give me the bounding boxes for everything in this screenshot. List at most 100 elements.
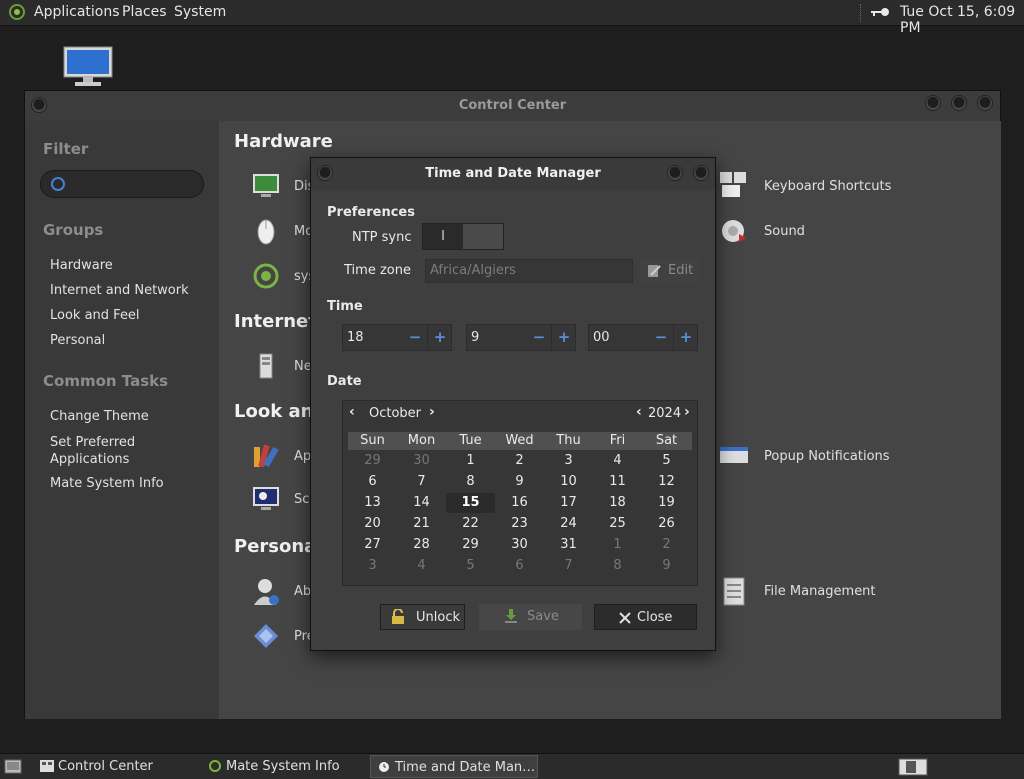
calendar-day[interactable]: 20 xyxy=(348,514,397,534)
menu-applications[interactable]: Applications xyxy=(34,4,120,20)
dialog-close-button[interactable] xyxy=(693,165,709,181)
maximize-button[interactable] xyxy=(951,95,967,111)
calendar-day[interactable]: 17 xyxy=(544,493,593,513)
task-mate-system-info[interactable]: Mate System Info xyxy=(202,755,366,778)
task-time-date-manager[interactable]: Time and Date Man… xyxy=(370,755,538,778)
group-look-and-feel[interactable]: Look and Feel xyxy=(50,308,140,323)
calendar-day[interactable]: 9 xyxy=(495,472,544,492)
task-set-preferred-apps[interactable]: Set Preferred Applications xyxy=(50,434,135,468)
ntp-toggle-knob[interactable] xyxy=(463,224,503,249)
calendar-day[interactable]: 4 xyxy=(397,556,446,576)
hour-decrement-button[interactable]: − xyxy=(403,325,427,350)
file-management-label[interactable]: File Management xyxy=(764,584,876,599)
second-decrement-button[interactable]: − xyxy=(649,325,673,350)
calendar-day[interactable]: 5 xyxy=(642,451,691,471)
calendar-day[interactable]: 4 xyxy=(593,451,642,471)
next-month-button[interactable]: › xyxy=(429,404,435,420)
network-icon[interactable] xyxy=(251,351,281,381)
key-icon[interactable] xyxy=(870,6,890,18)
close-window-button[interactable] xyxy=(977,95,993,111)
calendar-day[interactable]: 8 xyxy=(446,472,495,492)
calendar-day[interactable]: 3 xyxy=(544,451,593,471)
calendar-day[interactable]: 24 xyxy=(544,514,593,534)
minute-spinner[interactable]: 9 − + xyxy=(466,324,576,351)
next-year-button[interactable]: › xyxy=(684,404,690,420)
edit-timezone-button[interactable]: Edit xyxy=(640,259,700,283)
control-center-titlebar[interactable]: Control Center xyxy=(25,91,1000,121)
group-personal[interactable]: Personal xyxy=(50,333,105,348)
calendar-day[interactable]: 31 xyxy=(544,535,593,555)
calendar-day[interactable]: 27 xyxy=(348,535,397,555)
file-management-icon[interactable] xyxy=(719,576,749,606)
sound-label[interactable]: Sound xyxy=(764,224,805,239)
calendar-day[interactable]: 2 xyxy=(642,535,691,555)
appearance-label[interactable]: Ap xyxy=(294,449,311,464)
second-increment-button[interactable]: + xyxy=(673,325,698,350)
window-menu-button[interactable] xyxy=(31,97,47,113)
menu-system[interactable]: System xyxy=(174,4,226,20)
ntp-sync-toggle[interactable]: I xyxy=(422,223,504,250)
keyboard-shortcuts-icon[interactable] xyxy=(719,171,749,201)
calendar-day[interactable]: 6 xyxy=(348,472,397,492)
calendar-day[interactable]: 30 xyxy=(397,451,446,471)
dialog-minimize-button[interactable] xyxy=(667,165,683,181)
calendar-day[interactable]: 23 xyxy=(495,514,544,534)
clock[interactable]: Tue Oct 15, 6:09 PM xyxy=(900,4,1024,36)
task-mate-system-info[interactable]: Mate System Info xyxy=(50,476,164,491)
timezone-field[interactable]: Africa/Algiers xyxy=(425,259,633,283)
appearance-icon[interactable] xyxy=(251,441,281,471)
computer-desktop-icon[interactable] xyxy=(63,46,113,88)
sound-icon[interactable] xyxy=(719,216,749,246)
calendar-day[interactable]: 28 xyxy=(397,535,446,555)
calendar-day[interactable]: 1 xyxy=(446,451,495,471)
mouse-icon[interactable] xyxy=(251,216,281,246)
system-info-icon[interactable] xyxy=(251,261,281,291)
calendar-day[interactable]: 13 xyxy=(348,493,397,513)
popup-notifications-icon[interactable] xyxy=(719,441,749,471)
dialog-menu-button[interactable] xyxy=(317,165,333,181)
minute-value[interactable]: 9 xyxy=(471,330,479,345)
task-change-theme[interactable]: Change Theme xyxy=(50,409,149,424)
show-desktop-icon[interactable] xyxy=(4,759,22,774)
calendar-day[interactable]: 29 xyxy=(446,535,495,555)
calendar-day[interactable]: 7 xyxy=(397,472,446,492)
calendar-day[interactable]: 25 xyxy=(593,514,642,534)
calendar-day[interactable]: 3 xyxy=(348,556,397,576)
unlock-button[interactable]: Unlock xyxy=(380,604,465,630)
calendar-day[interactable]: 30 xyxy=(495,535,544,555)
save-button[interactable]: Save xyxy=(479,604,582,630)
group-internet-network[interactable]: Internet and Network xyxy=(50,283,189,298)
minute-increment-button[interactable]: + xyxy=(551,325,576,350)
calendar-day[interactable]: 21 xyxy=(397,514,446,534)
about-me-label[interactable]: Ab xyxy=(294,584,311,599)
dialog-titlebar[interactable]: Time and Date Manager xyxy=(311,158,715,190)
second-spinner[interactable]: 00 − + xyxy=(588,324,698,351)
calendar-day[interactable]: 14 xyxy=(397,493,446,513)
keyboard-shortcuts-label[interactable]: Keyboard Shortcuts xyxy=(764,179,891,194)
group-hardware[interactable]: Hardware xyxy=(50,258,113,273)
calendar-day[interactable]: 26 xyxy=(642,514,691,534)
about-me-icon[interactable] xyxy=(251,576,281,606)
close-button[interactable]: Close xyxy=(594,604,697,630)
task-control-center[interactable]: Control Center xyxy=(34,755,198,778)
calendar-day[interactable]: 8 xyxy=(593,556,642,576)
calendar-day[interactable]: 12 xyxy=(642,472,691,492)
popup-notifications-label[interactable]: Popup Notifications xyxy=(764,449,890,464)
menu-places[interactable]: Places xyxy=(122,4,167,20)
calendar-day[interactable]: 10 xyxy=(544,472,593,492)
display-icon[interactable] xyxy=(251,171,281,201)
calendar-day[interactable]: 9 xyxy=(642,556,691,576)
calendar-day[interactable]: 16 xyxy=(495,493,544,513)
calendar-day[interactable]: 15 xyxy=(446,493,495,513)
calendar-day[interactable]: 11 xyxy=(593,472,642,492)
minute-decrement-button[interactable]: − xyxy=(527,325,551,350)
prev-month-button[interactable]: ‹ xyxy=(349,404,355,420)
calendar-day[interactable]: 7 xyxy=(544,556,593,576)
second-value[interactable]: 00 xyxy=(593,330,610,345)
filter-input[interactable] xyxy=(71,176,195,193)
screensaver-icon[interactable] xyxy=(251,484,281,514)
calendar-day[interactable]: 6 xyxy=(495,556,544,576)
prev-year-button[interactable]: ‹ xyxy=(636,404,642,420)
calendar-day[interactable]: 19 xyxy=(642,493,691,513)
hour-spinner[interactable]: 18 − + xyxy=(342,324,452,351)
